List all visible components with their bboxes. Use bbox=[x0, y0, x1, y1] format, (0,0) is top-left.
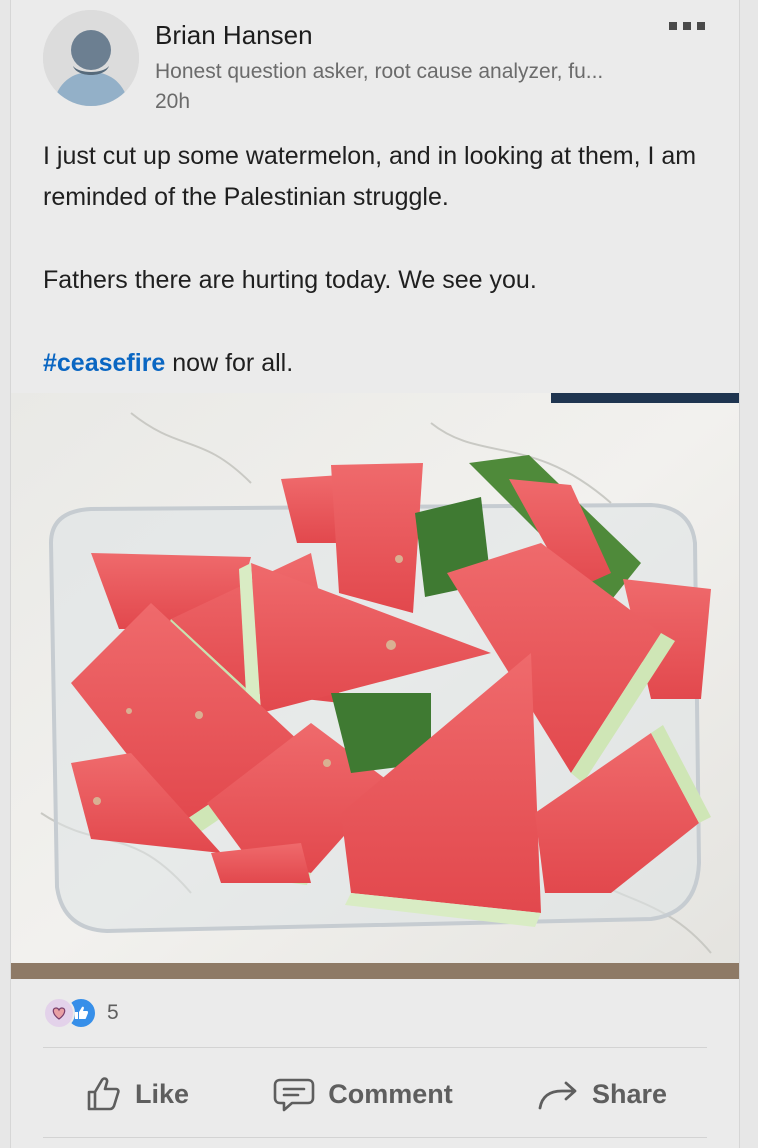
post-text-fragment: now for all. bbox=[165, 349, 294, 377]
share-label: Share bbox=[591, 1078, 667, 1109]
divider bbox=[43, 1047, 707, 1048]
divider bbox=[43, 1137, 707, 1138]
share-button[interactable]: Share bbox=[496, 1074, 707, 1114]
action-bar: Like Comment Share bbox=[43, 1062, 707, 1126]
post-image[interactable] bbox=[11, 393, 739, 979]
post-text-line: #ceasefire now for all. bbox=[43, 343, 723, 384]
like-button[interactable]: Like bbox=[43, 1074, 229, 1114]
more-dot-icon bbox=[669, 22, 677, 30]
author-name[interactable]: Brian Hansen bbox=[155, 20, 313, 51]
more-dot-icon bbox=[683, 22, 691, 30]
hashtag-link[interactable]: #ceasefire bbox=[43, 349, 165, 377]
post-text-line: I just cut up some watermelon, and in lo… bbox=[43, 142, 697, 211]
comment-bubble-icon bbox=[273, 1078, 315, 1112]
reaction-count: 5 bbox=[107, 1001, 119, 1024]
more-options-button[interactable] bbox=[663, 14, 711, 38]
more-dot-icon bbox=[697, 22, 705, 30]
post-body: I just cut up some watermelon, and in lo… bbox=[43, 136, 723, 384]
like-label: Like bbox=[135, 1078, 190, 1109]
reactions-summary[interactable]: 5 bbox=[43, 996, 119, 1030]
post-text-line: Fathers there are hurting today. We see … bbox=[43, 266, 537, 294]
comment-button[interactable]: Comment bbox=[232, 1074, 493, 1114]
post-timestamp: 20h bbox=[155, 90, 191, 113]
post-card: Brian Hansen Honest question asker, root… bbox=[10, 0, 740, 1148]
thumbs-up-icon bbox=[87, 1077, 120, 1111]
comment-label: Comment bbox=[328, 1078, 453, 1109]
avatar-placeholder-icon bbox=[43, 10, 139, 106]
author-headline: Honest question asker, root cause analyz… bbox=[155, 60, 604, 83]
share-arrow-icon bbox=[538, 1081, 577, 1110]
avatar[interactable] bbox=[43, 10, 139, 106]
love-reaction-icon bbox=[43, 997, 75, 1029]
watermelon-photo bbox=[11, 393, 739, 979]
